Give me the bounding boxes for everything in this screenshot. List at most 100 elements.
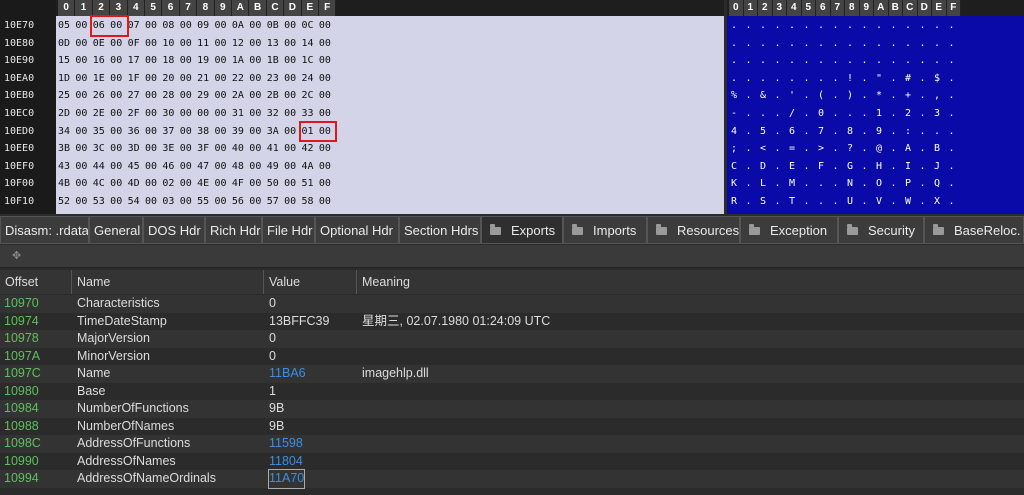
ascii-char[interactable]: B	[934, 140, 949, 158]
hex-row[interactable]: 3B 00 3C 00 3D 00 3E 00 3F 00 40 00 41 00 42 00	[58, 140, 336, 158]
ascii-char[interactable]: .	[746, 193, 761, 211]
ascii-char[interactable]: .	[934, 17, 949, 35]
hex-byte[interactable]: 54	[128, 193, 145, 211]
hex-byte[interactable]: 3F	[197, 140, 214, 158]
ascii-char[interactable]: .	[920, 105, 935, 123]
ascii-char[interactable]: .	[847, 52, 862, 70]
ascii-char[interactable]: .	[775, 35, 790, 53]
ascii-char[interactable]: .	[949, 52, 964, 70]
ascii-char[interactable]: .	[818, 52, 833, 70]
hex-byte[interactable]: 57	[267, 193, 284, 211]
hex-byte[interactable]: 00	[319, 193, 336, 211]
hex-byte[interactable]: 46	[162, 158, 179, 176]
hex-byte[interactable]: 00	[249, 158, 266, 176]
hex-byte[interactable]: 2F	[128, 105, 145, 123]
ascii-row[interactable]: -... /. 0... 1. 2. 3.	[731, 105, 963, 123]
ascii-char[interactable]: .	[746, 35, 761, 53]
ascii-char[interactable]: .	[833, 105, 848, 123]
hex-byte[interactable]: 00	[75, 158, 92, 176]
ascii-char[interactable]: "	[876, 70, 891, 88]
hex-byte[interactable]: 00	[319, 52, 336, 70]
hex-byte[interactable]: 00	[75, 175, 92, 193]
ascii-char[interactable]: .	[804, 87, 819, 105]
hex-byte[interactable]: 1F	[128, 70, 145, 88]
table-row[interactable]: 10988 NumberOfNames 9B	[0, 418, 1024, 436]
hex-byte[interactable]: 00	[284, 140, 301, 158]
ascii-char[interactable]: E	[789, 158, 804, 176]
hex-byte[interactable]: 00	[319, 175, 336, 193]
hex-byte[interactable]: 00	[110, 158, 127, 176]
hex-byte[interactable]: 22	[232, 70, 249, 88]
ascii-char[interactable]: P	[905, 175, 920, 193]
hex-byte[interactable]: 1B	[267, 52, 284, 70]
hex-byte[interactable]: 00	[215, 35, 232, 53]
ascii-char[interactable]: .	[760, 105, 775, 123]
ascii-char[interactable]: .	[731, 52, 746, 70]
hex-byte[interactable]: 00	[180, 35, 197, 53]
hex-editor[interactable]: 00112233445566778899AABBCCDDEEFF 10E70 10…	[0, 0, 1024, 214]
ascii-char[interactable]: .	[833, 52, 848, 70]
hex-byte[interactable]: 00	[284, 35, 301, 53]
hex-byte[interactable]: 00	[110, 105, 127, 123]
hex-byte[interactable]: 00	[180, 70, 197, 88]
ascii-char[interactable]: H	[876, 158, 891, 176]
hex-byte[interactable]: 35	[93, 123, 110, 141]
ascii-row[interactable]: %. &. '.(.). *. +.,.	[731, 87, 963, 105]
hex-byte[interactable]: 13	[267, 35, 284, 53]
hex-byte[interactable]: 00	[249, 140, 266, 158]
ascii-char[interactable]: .	[833, 70, 848, 88]
table-row[interactable]: 10994 AddressOfNameOrdinals 11A70	[0, 469, 1024, 489]
hex-byte[interactable]: 07	[128, 17, 145, 35]
hex-byte[interactable]: 00	[75, 140, 92, 158]
hex-byte[interactable]: 3B	[58, 140, 75, 158]
tab-security[interactable]: Security	[838, 216, 924, 244]
ascii-char[interactable]: .	[789, 52, 804, 70]
hex-byte[interactable]: 00	[75, 105, 92, 123]
tab-resources[interactable]: Resources	[647, 216, 740, 244]
tab-general[interactable]: General	[89, 216, 143, 244]
ascii-char[interactable]: .	[862, 52, 877, 70]
ascii-char[interactable]: .	[746, 158, 761, 176]
hex-byte[interactable]: 00	[180, 175, 197, 193]
ascii-char[interactable]: .	[818, 35, 833, 53]
ascii-char[interactable]: T	[789, 193, 804, 211]
tab-dos-hdr[interactable]: DOS Hdr	[143, 216, 205, 244]
hex-byte[interactable]: 00	[249, 193, 266, 211]
hex-byte[interactable]: 00	[180, 87, 197, 105]
hex-byte[interactable]: 00	[145, 35, 162, 53]
hex-byte[interactable]: 00	[215, 123, 232, 141]
hex-byte[interactable]: 00	[249, 70, 266, 88]
ascii-char[interactable]: D	[760, 158, 775, 176]
hex-byte[interactable]: 00	[180, 193, 197, 211]
ascii-row[interactable]: K.L.M...N.O.P.Q.	[731, 175, 963, 193]
ascii-char[interactable]: .	[833, 87, 848, 105]
ascii-char[interactable]: .	[760, 70, 775, 88]
hex-byte[interactable]: 3C	[93, 140, 110, 158]
ascii-char[interactable]: .	[760, 35, 775, 53]
hex-byte[interactable]: 00	[215, 105, 232, 123]
table-row[interactable]: 1098C AddressOfFunctions 11598	[0, 435, 1024, 453]
hex-byte[interactable]: 00	[284, 52, 301, 70]
hex-byte[interactable]: 23	[267, 70, 284, 88]
ascii-char[interactable]: .	[891, 123, 906, 141]
ascii-char[interactable]: .	[949, 35, 964, 53]
hex-byte[interactable]: 00	[215, 52, 232, 70]
hex-byte[interactable]: 00	[145, 193, 162, 211]
hex-byte[interactable]: 20	[162, 70, 179, 88]
ascii-char[interactable]: .	[746, 17, 761, 35]
hex-byte[interactable]: 26	[93, 87, 110, 105]
table-row[interactable]: 10978 MajorVersion 0	[0, 330, 1024, 348]
ascii-char[interactable]: .	[920, 140, 935, 158]
ascii-char[interactable]: 1	[876, 105, 891, 123]
hex-byte[interactable]: 00	[319, 17, 336, 35]
ascii-char[interactable]: .	[891, 140, 906, 158]
ascii-char[interactable]: .	[949, 17, 964, 35]
ascii-char[interactable]: .	[746, 87, 761, 105]
hex-row[interactable]: 4B 00 4C 00 4D 00 02 00 4E 00 4F 00 50 00 51 00	[58, 175, 336, 193]
hex-byte[interactable]: 00	[284, 193, 301, 211]
ascii-char[interactable]: .	[905, 52, 920, 70]
ascii-char[interactable]: .	[891, 17, 906, 35]
ascii-char[interactable]: .	[847, 105, 862, 123]
hex-byte[interactable]: 00	[319, 158, 336, 176]
hex-byte[interactable]: 00	[110, 52, 127, 70]
